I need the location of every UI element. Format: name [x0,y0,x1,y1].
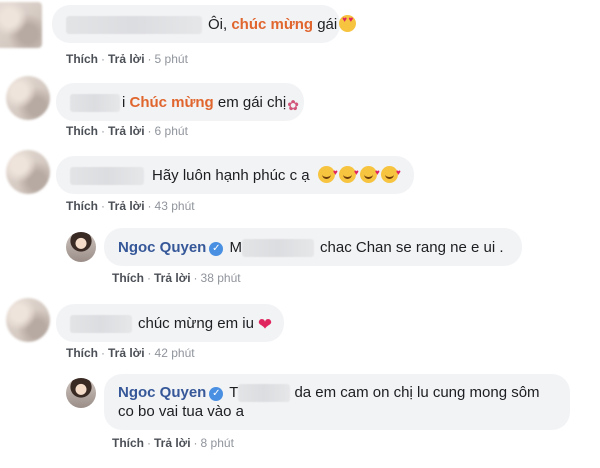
verified-badge-icon: ✓ [209,242,224,256]
separator: · [193,271,198,285]
comment-actions: Thích · Trả lời · 8 phút [112,436,234,450]
like-link[interactable]: Thích [112,271,144,285]
timestamp[interactable]: 8 phút [201,436,234,450]
smiling-face-with-hearts-icon [338,163,359,183]
heart-eyes-icon [339,15,357,32]
reply-link[interactable]: Trả lời [108,346,145,360]
comment-text-prefix: M [229,239,243,256]
comment-bubble: Ngoc Quyen ✓ Mchac Chan se rang ne e ui . [104,228,522,266]
comment-actions: Thích · Trả lời · 6 phút [66,124,188,138]
redacted-name [70,167,144,186]
comment-line-2: co bo vai tua vào a [118,403,244,421]
reply-link[interactable]: Trả lời [108,52,145,66]
avatar[interactable] [0,2,42,48]
separator: · [147,124,152,138]
smiling-face-with-hearts-icon [380,163,401,183]
timestamp[interactable]: 38 phút [201,271,241,285]
avatar[interactable] [66,232,96,262]
like-link[interactable]: Thích [112,436,144,450]
comment-actions: Thích · Trả lời · 42 phút [66,346,195,360]
avatar[interactable] [6,76,50,120]
avatar[interactable] [66,378,96,408]
timestamp[interactable]: 42 phút [155,346,195,360]
separator: · [147,52,152,66]
comment-text: Hãy luôn hạnh phúc c ạ [152,167,310,184]
comment-text-line-1: da em cam on chị lu cung mong sôm [294,384,540,401]
separator: · [101,124,105,138]
author-name[interactable]: Ngoc Quyen [118,239,206,256]
comment-bubble: Ngoc Quyen ✓ Tda em cam on chị lu cung mo… [104,374,570,430]
reply-link[interactable]: Trả lời [108,199,145,213]
comment-bubble: Ôi, chúc mừng gái [52,5,357,43]
comment-bubble: chúc mừng em iu ❤ [56,304,284,342]
comment-text-prefix: Ôi, [208,16,232,33]
separator: · [147,199,152,213]
comment-text-prefix: T [229,384,239,401]
comment-actions: Thích · Trả lời · 43 phút [66,199,195,213]
bouquet-icon: ✿ [287,97,299,113]
comment-text: chúc mừng em iu [138,315,254,332]
timestamp[interactable]: 6 phút [155,124,188,138]
separator: · [147,346,152,360]
comment-text-suffix: em gái chị [213,94,287,111]
reply-link[interactable]: Trả lời [154,271,191,285]
separator: · [193,436,198,450]
red-heart-icon: ❤ [257,315,273,334]
comment-text-suffix: gái [313,16,338,33]
redacted-name [70,315,132,334]
comment-line-1: Ngoc Quyen ✓ Tda em cam on chị lu cung mo… [118,383,556,403]
like-link[interactable]: Thích [66,124,98,138]
redacted-text [238,384,291,403]
comment-bubble: Hãy luôn hạnh phúc c ạ [56,156,414,194]
reply-link[interactable]: Trả lời [108,124,145,138]
like-link[interactable]: Thích [66,346,98,360]
separator: · [101,52,105,66]
author-name[interactable]: Ngoc Quyen [118,384,206,401]
verified-badge-icon: ✓ [209,387,224,401]
separator: · [147,436,151,450]
highlight-text: Chúc mừng [129,94,214,111]
comment-text-prefix: i [122,94,130,111]
comment-actions: Thích · Trả lời · 38 phút [112,271,241,285]
avatar[interactable] [6,150,50,194]
separator: · [101,346,105,360]
avatar[interactable] [6,298,50,342]
redacted-name [66,16,202,35]
like-link[interactable]: Thích [66,52,98,66]
redacted-name [70,94,120,113]
comment-actions: Thích · Trả lời · 5 phút [66,52,188,66]
timestamp[interactable]: 5 phút [155,52,188,66]
separator: · [147,271,151,285]
redacted-text [242,239,315,258]
smiling-face-with-hearts-icon [317,163,338,183]
reply-link[interactable]: Trả lời [154,436,191,450]
separator: · [101,199,105,213]
highlight-text: chúc mừng [231,16,314,33]
like-link[interactable]: Thích [66,199,98,213]
smiling-face-with-hearts-icon [359,163,380,183]
timestamp[interactable]: 43 phút [155,199,195,213]
comment-bubble: i Chúc mừng em gái chị✿ [56,83,304,121]
comment-text: chac Chan se rang ne e ui . [320,239,504,256]
